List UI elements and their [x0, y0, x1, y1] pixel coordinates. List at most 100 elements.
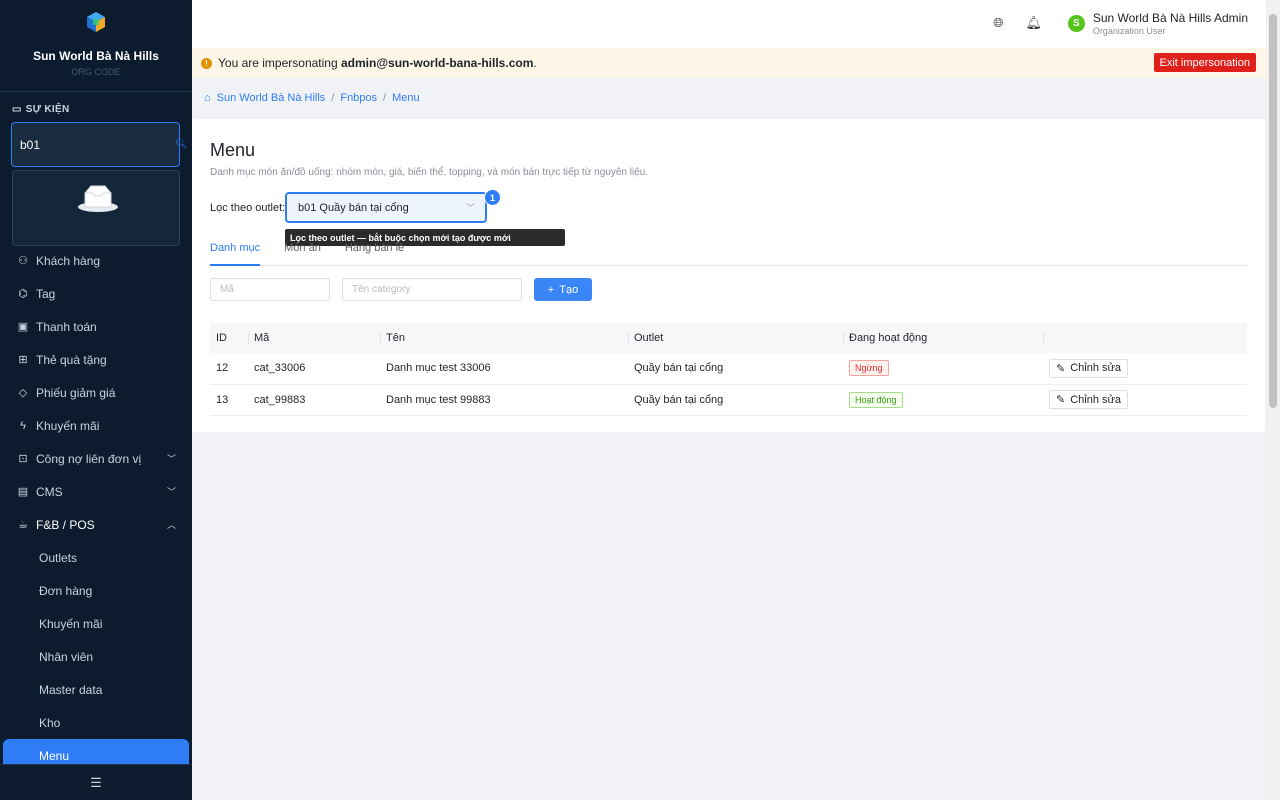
cell-outlet: Quầy bán tại cổng — [628, 353, 843, 385]
outlet-filter-label: Lọc theo outlet: — [210, 202, 286, 214]
edit-button[interactable]: ✎ Chỉnh sửa — [1049, 358, 1128, 378]
code-input[interactable] — [210, 278, 330, 301]
search-icon[interactable]: 🔍︎ — [175, 139, 188, 150]
breadcrumb-fnbpos[interactable]: Fnbpos — [340, 92, 377, 104]
sidebar-collapse-button[interactable]: ☰ — [0, 764, 192, 800]
pencil-icon: ✎ — [1056, 394, 1066, 406]
outlet-filter-value: b01 Quầy bán tại cổng — [298, 201, 409, 214]
cell-id: 13 — [210, 384, 248, 416]
breadcrumb-separator: / — [383, 92, 387, 104]
voucher-icon: ◇ — [18, 387, 28, 399]
cell-actions: ✎ Chỉnh sửa — [1043, 353, 1247, 385]
globe-icon[interactable]: 🌐︎ — [993, 15, 1003, 31]
collapse-menu-icon[interactable]: ☰ — [90, 775, 102, 791]
brand: Sun World Bà Nà Hills ORG CODE — [0, 0, 192, 92]
bell-icon[interactable]: 🔔︎ — [1025, 15, 1042, 31]
brand-sub: ORG CODE — [71, 67, 121, 77]
chevron-down-icon: ﹀ — [166, 454, 176, 464]
status-badge: Ngừng — [849, 360, 889, 377]
menu-tabs: Danh mục Món ăn Hàng bán lẻ — [210, 239, 1247, 266]
status-badge: Hoạt động — [849, 391, 903, 408]
calendar-icon: ▭ — [12, 104, 22, 115]
col-active: Đang hoạt động — [843, 323, 1043, 353]
sidebar-subitem-staff[interactable]: Nhân viên — [0, 640, 192, 673]
sidebar-subitem-orders[interactable]: Đơn hàng — [0, 574, 192, 607]
create-button[interactable]: + Tạo — [534, 278, 592, 301]
page-title: Menu — [210, 140, 256, 160]
sidebar: Sun World Bà Nà Hills ORG CODE ▭ SỰ KIỆN… — [0, 0, 192, 800]
cell-actions: ✎ Chỉnh sửa — [1043, 384, 1247, 416]
payment-icon: ▣ — [17, 321, 29, 333]
cell-code: cat_33006 — [248, 353, 380, 385]
gift-icon: ⊞ — [18, 354, 28, 366]
col-id: ID — [210, 323, 248, 353]
breadcrumb-menu[interactable]: Menu — [392, 92, 420, 104]
cell-code: cat_99883 — [248, 384, 380, 416]
sidebar-subitem-outlets[interactable]: Outlets — [0, 541, 192, 574]
sidebar-item-voucher[interactable]: ◇ Phiếu giảm giá — [0, 376, 192, 409]
scrollbar-thumb[interactable] — [1269, 14, 1277, 408]
cell-id: 12 — [210, 353, 248, 385]
impersonation-banner: ! You are impersonating admin@sun-world-… — [192, 48, 1266, 78]
top-icons: 🌐︎ 🔔︎ — [993, 15, 1042, 31]
tab-dishes[interactable]: Món ăn — [284, 239, 321, 266]
step-badge: 1 — [484, 189, 501, 206]
chevron-up-icon: ︿ — [166, 520, 176, 530]
sidebar-item-cms[interactable]: ▤ CMS ﹀ — [0, 475, 192, 508]
breadcrumb-separator: / — [331, 92, 335, 104]
banner-prefix: You are impersonating — [218, 56, 338, 70]
chevron-down-icon: ﹀ — [465, 203, 475, 213]
category-name-input[interactable] — [342, 278, 522, 301]
table-header-row: ID Mã Tên Outlet Đang hoạt động — [210, 323, 1247, 353]
tab-retail[interactable]: Hàng bán lẻ — [345, 239, 404, 266]
chevron-down-icon: ﹀ — [166, 487, 176, 497]
sidebar-item-payment[interactable]: ▣ Thanh toán — [0, 310, 192, 343]
pos-icon: ☕︎ — [18, 519, 28, 531]
table-row: 13 cat_99883 Danh mục test 99883 Quầy bá… — [210, 384, 1247, 416]
topbar: 🌐︎ 🔔︎ S Sun World Bà Nà Hills Admin Orga… — [192, 0, 1266, 48]
brand-name: Sun World Bà Nà Hills — [33, 49, 159, 63]
sidebar-nav: ⚇ Khách hàng ⌬ Tag ▣ Thanh toán ⊞ Thẻ qu… — [0, 244, 192, 772]
col-outlet: Outlet — [628, 323, 843, 353]
user-menu[interactable]: S Sun World Bà Nà Hills Admin Organizati… — [1067, 11, 1248, 36]
user-role: Organization User — [1092, 26, 1166, 36]
sidebar-subitem-warehouse[interactable]: Kho — [0, 706, 192, 739]
page-description: Danh mục món ăn/đồ uống: nhóm món, giá, … — [210, 167, 649, 178]
event-dropdown-empty — [12, 170, 180, 246]
event-search-input[interactable] — [20, 137, 175, 152]
tag-icon: ⌬ — [18, 288, 28, 300]
avatar: S — [1067, 15, 1085, 32]
lightning-icon: ϟ — [20, 419, 26, 432]
home-icon[interactable]: ⌂ — [204, 92, 211, 104]
outlet-filter-select[interactable]: b01 Quầy bán tại cổng ﹀ — [285, 192, 487, 223]
users-icon: ⚇ — [18, 255, 28, 267]
event-section-label: ▭ SỰ KIỆN — [12, 104, 70, 115]
event-search[interactable]: 🔍︎ — [11, 122, 188, 167]
sidebar-item-customers[interactable]: ⚇ Khách hàng — [0, 244, 192, 277]
pencil-icon: ✎ — [1056, 362, 1066, 375]
user-name: Sun World Bà Nà Hills Admin — [1092, 11, 1248, 25]
banner-suffix: . — [533, 56, 537, 70]
breadcrumb-org[interactable]: Sun World Bà Nà Hills — [217, 92, 326, 104]
sidebar-item-tag[interactable]: ⌬ Tag — [0, 277, 192, 310]
cell-name: Danh mục test 33006 — [380, 353, 628, 385]
edit-button[interactable]: ✎ Chỉnh sửa — [1049, 390, 1128, 409]
sidebar-item-fnb-pos[interactable]: ☕︎ F&B / POS ︿ — [0, 508, 192, 541]
table-row: 12 cat_33006 Danh mục test 33006 Quầy bá… — [210, 353, 1247, 385]
debt-icon: ⊡ — [18, 453, 28, 465]
tab-categories[interactable]: Danh mục — [210, 239, 261, 266]
sidebar-subitem-promotions[interactable]: Khuyến mãi — [0, 607, 192, 640]
cell-name: Danh mục test 99883 — [380, 384, 628, 416]
sidebar-subitem-master-data[interactable]: Master data — [0, 673, 192, 706]
sidebar-item-debt[interactable]: ⊡ Công nợ liên đơn vị ﹀ — [0, 442, 192, 475]
plus-icon: + — [547, 283, 555, 296]
page-scrollbar[interactable] — [1266, 0, 1280, 800]
col-actions — [1043, 323, 1247, 353]
exit-impersonation-button[interactable]: Exit impersonation — [1153, 53, 1256, 72]
sidebar-item-promotion[interactable]: ϟ Khuyến mãi — [0, 409, 192, 442]
cell-outlet: Quầy bán tại cổng — [628, 384, 843, 416]
brand-logo-icon — [87, 12, 105, 32]
sidebar-item-gift-card[interactable]: ⊞ Thẻ quà tặng — [0, 343, 192, 376]
cell-status: Ngừng — [843, 353, 1043, 385]
category-table: ID Mã Tên Outlet Đang hoạt động 12 cat_3… — [210, 323, 1247, 416]
